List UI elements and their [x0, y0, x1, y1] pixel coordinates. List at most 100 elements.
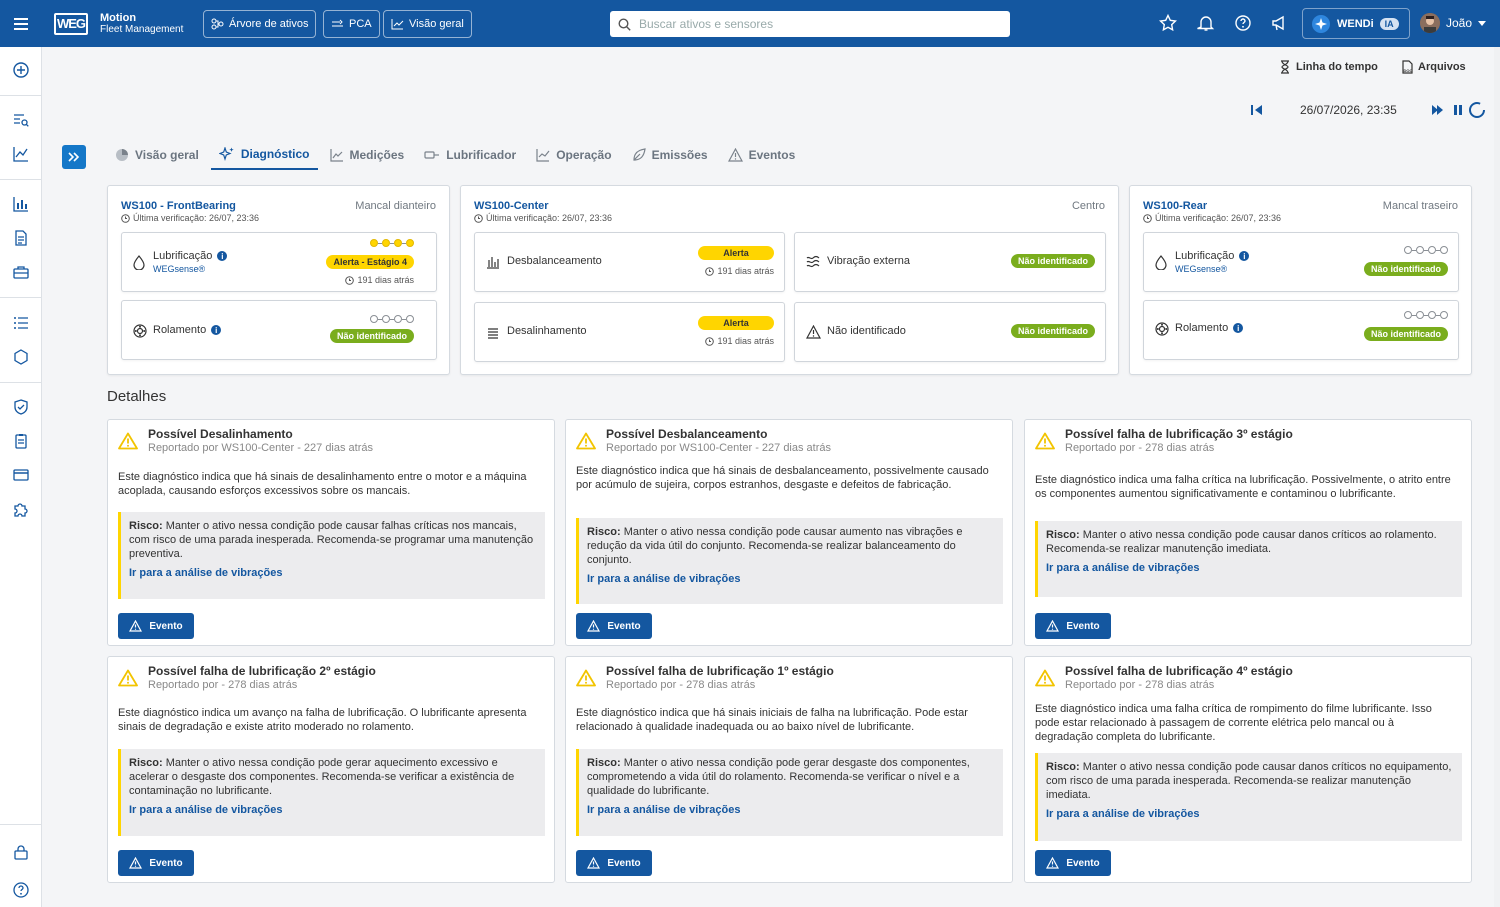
search-input[interactable] — [639, 17, 999, 31]
event-button[interactable]: Evento — [118, 613, 194, 639]
bars-icon — [487, 257, 499, 269]
vibration-analysis-link[interactable]: Ir para a análise de vibrações — [129, 803, 537, 817]
tab-overview[interactable]: Visão geral — [107, 140, 207, 170]
wendi-sparkle-icon — [1312, 14, 1330, 33]
tab-lubricator[interactable]: Lubrificador — [416, 140, 524, 170]
files-button[interactable]: DOC Arquivos — [1401, 60, 1466, 74]
info-icon[interactable]: i — [217, 251, 228, 261]
info-icon[interactable]: i — [211, 325, 222, 335]
toolbox-icon[interactable] — [12, 263, 30, 281]
wendi-button[interactable]: WENDi IA — [1302, 8, 1410, 39]
bell-icon[interactable] — [1197, 14, 1215, 32]
stage-indicator — [1404, 246, 1448, 254]
detail-description: Este diagnóstico indica um avanço na fal… — [118, 707, 527, 733]
detail-description: Este diagnóstico indica uma falha crític… — [1035, 703, 1432, 743]
lock-icon[interactable] — [12, 843, 30, 861]
stage-indicator — [1404, 311, 1448, 319]
sparkle-icon — [218, 147, 234, 161]
list-search-icon[interactable] — [12, 111, 30, 129]
megaphone-icon[interactable] — [1271, 14, 1289, 32]
help-icon[interactable] — [1234, 14, 1252, 32]
tab-events[interactable]: Eventos — [720, 140, 804, 170]
scrollbar[interactable] — [1494, 47, 1500, 907]
sensor-unbalance[interactable]: Desbalanceamento Alerta 191 dias atrás — [474, 232, 785, 292]
event-button[interactable]: Evento — [118, 850, 194, 876]
device-title[interactable]: WS100-Center — [474, 200, 549, 212]
star-icon[interactable] — [1159, 14, 1177, 32]
menu-icon[interactable] — [0, 0, 42, 47]
sensor-misalignment[interactable]: Desalinhamento Alerta 191 dias atrás — [474, 302, 785, 362]
risk-prefix: Risco: — [587, 757, 621, 769]
search-bar[interactable] — [610, 11, 1010, 37]
shield-check-icon[interactable] — [12, 398, 30, 416]
detail-reported: Reportado por - 278 dias atrás — [148, 679, 298, 691]
fast-forward-icon[interactable] — [1432, 104, 1444, 116]
detail-description: Este diagnóstico indica que há sinais in… — [576, 707, 968, 733]
rewind-icon[interactable] — [1251, 104, 1263, 116]
sensor-lubrication[interactable]: Lubrificação i WEGsense® Não identificado — [1143, 232, 1459, 292]
weg-logo[interactable]: WEG — [54, 12, 88, 35]
nav-asset-tree-button[interactable]: Árvore de ativos — [203, 10, 317, 38]
vibration-analysis-link[interactable]: Ir para a análise de vibrações — [587, 803, 995, 817]
vibration-analysis-link[interactable]: Ir para a análise de vibrações — [587, 572, 995, 586]
list-icon[interactable] — [12, 314, 30, 332]
tab-emissions[interactable]: Emissões — [624, 140, 716, 170]
sensor-bearing[interactable]: Rolamento i Não identificado — [121, 300, 437, 360]
last-check-text: Última verificação: 26/07, 23:36 — [486, 213, 613, 223]
last-check: Última verificação: 26/07, 23:36 — [474, 213, 612, 223]
warning-icon — [587, 620, 601, 632]
info-icon[interactable]: i — [1233, 323, 1244, 333]
user-menu[interactable]: João — [1420, 13, 1487, 33]
add-circle-icon[interactable] — [12, 61, 30, 79]
tab-operation[interactable]: Operação — [528, 140, 619, 170]
risk-box: Risco: Manter o ativo nessa condição pod… — [1035, 521, 1462, 597]
vibration-analysis-link[interactable]: Ir para a análise de vibrações — [1046, 561, 1454, 575]
pause-icon[interactable] — [1453, 104, 1463, 116]
warning-icon — [576, 432, 596, 450]
puzzle-icon[interactable] — [12, 500, 30, 518]
tab-measurements[interactable]: Medições — [322, 140, 413, 170]
risk-prefix: Risco: — [1046, 529, 1080, 541]
sensor-bearing[interactable]: Rolamento i Não identificado — [1143, 300, 1459, 360]
nav-pca-button[interactable]: PCA — [323, 10, 380, 38]
double-chevron-right-icon — [68, 152, 80, 162]
refresh-icon[interactable] — [1468, 101, 1486, 119]
device-title[interactable]: WS100-Rear — [1143, 200, 1207, 212]
line-chart-icon[interactable] — [12, 145, 30, 163]
sensor-lubrication[interactable]: Lubrificação i WEGsense® Alerta - Estágio… — [121, 232, 437, 292]
tab-diagnostic[interactable]: Diagnóstico — [210, 140, 318, 170]
info-icon[interactable]: i — [1239, 251, 1250, 261]
event-button[interactable]: Evento — [1035, 850, 1111, 876]
device-title[interactable]: WS100 - FrontBearing — [121, 200, 236, 212]
event-button[interactable]: Evento — [1035, 613, 1111, 639]
risk-box: Risco: Manter o ativo nessa condição pod… — [118, 512, 545, 599]
timeline-button[interactable]: Linha do tempo — [1279, 60, 1378, 74]
risk-prefix: Risco: — [129, 757, 163, 769]
card-icon[interactable] — [12, 466, 30, 484]
vibration-analysis-link[interactable]: Ir para a análise de vibrações — [1046, 807, 1454, 821]
event-button[interactable]: Evento — [576, 613, 652, 639]
bar-chart-icon[interactable] — [12, 195, 30, 213]
nav-overview-button[interactable]: Visão geral — [383, 10, 472, 38]
detail-title: Possível Desalinhamento — [148, 427, 293, 441]
risk-text: Manter o ativo nessa condição pode gerar… — [129, 757, 515, 797]
vibration-analysis-link[interactable]: Ir para a análise de vibrações — [129, 566, 537, 580]
hexagon-icon[interactable] — [12, 348, 30, 366]
tab-measurements-label: Medições — [349, 148, 405, 162]
risk-prefix: Risco: — [129, 520, 163, 532]
clock-icon — [705, 266, 715, 276]
details-heading: Detalhes — [107, 388, 167, 405]
detail-title: Possível Desbalanceamento — [606, 427, 768, 441]
help-circle-icon[interactable] — [12, 881, 30, 899]
sensor-unidentified[interactable]: Não identificado Não identificado — [794, 302, 1106, 362]
search-icon — [618, 17, 631, 31]
sensor-external-vibration[interactable]: Vibração externa Não identificado — [794, 232, 1106, 292]
clipboard-icon[interactable] — [12, 432, 30, 450]
operation-icon — [536, 149, 550, 162]
chevron-down-icon — [1478, 20, 1487, 26]
expand-panel-button[interactable] — [62, 145, 86, 169]
nav-pca-label: PCA — [349, 18, 372, 30]
document-icon[interactable] — [12, 229, 30, 247]
warning-icon — [129, 857, 143, 869]
event-button[interactable]: Evento — [576, 850, 652, 876]
